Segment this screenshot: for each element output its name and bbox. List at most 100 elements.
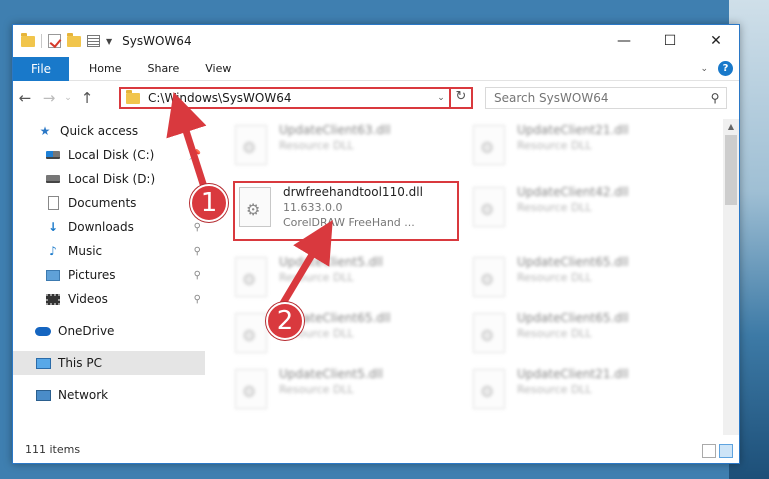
expand-ribbon-icon[interactable]: ⌄	[700, 64, 708, 74]
dll-file-icon	[235, 313, 267, 353]
list-item[interactable]: UpdateClient65.dll Resource DLL	[473, 311, 699, 361]
sidebar-item-downloads[interactable]: ↓ Downloads ⚲	[13, 215, 205, 239]
sidebar-item-videos[interactable]: Videos ⚲	[13, 287, 205, 311]
customize-toolbar-icon[interactable]: ▼	[106, 37, 112, 46]
search-icon[interactable]: ⚲	[704, 91, 726, 105]
pictures-icon	[45, 268, 61, 282]
window-title: SysWOW64	[122, 34, 192, 48]
search-input[interactable]	[486, 91, 704, 105]
music-icon: ♪	[49, 244, 57, 258]
file-type: Resource DLL	[279, 271, 354, 284]
sidebar-item-label: Music	[68, 244, 103, 258]
pin-icon: ⚲	[193, 293, 201, 305]
vertical-scrollbar[interactable]: ▲	[723, 119, 739, 435]
help-icon[interactable]: ?	[718, 61, 733, 76]
dll-file-icon	[235, 369, 267, 409]
drive-icon	[45, 148, 61, 162]
this-pc-icon	[35, 356, 51, 370]
file-name: UpdateClient21.dll	[517, 367, 629, 381]
tab-file[interactable]: File	[13, 56, 69, 81]
address-dropdown-icon[interactable]: ⌄	[433, 93, 449, 103]
search-box[interactable]: ⚲	[485, 87, 727, 109]
sidebar-item-local-disk-d[interactable]: Local Disk (D:)	[13, 167, 205, 191]
file-type: Resource DLL	[517, 383, 592, 396]
maximize-button[interactable]: ☐	[647, 25, 693, 57]
address-bar[interactable]: C:\Windows\SysWOW64 ⌄ ↻	[119, 87, 473, 109]
dll-file-icon	[235, 125, 267, 165]
list-item[interactable]: UpdateClient65.dll Resource DLL	[473, 255, 699, 305]
pin-icon: ⚲	[193, 221, 201, 233]
status-bar: 111 items	[13, 435, 739, 463]
list-item[interactable]: UpdateClient63.dll Resource DLL	[235, 123, 461, 173]
dll-file-icon	[473, 187, 505, 227]
list-item[interactable]: UpdateClient21.dll Resource DLL	[473, 123, 699, 173]
forward-arrow-icon[interactable]: →	[37, 89, 61, 107]
file-name: UpdateClient65.dll	[517, 311, 629, 325]
tab-home[interactable]: Home	[83, 62, 127, 75]
file-name: drwfreehandtool110.dll	[283, 185, 423, 199]
up-arrow-icon[interactable]: ↑	[75, 89, 99, 107]
list-item[interactable]: UpdateClient5.dll Resource DLL	[235, 367, 461, 417]
item-count: 111 items	[25, 442, 81, 456]
file-name: UpdateClient65.dll	[517, 255, 629, 269]
folder-icon	[21, 32, 35, 47]
sidebar-item-pictures[interactable]: Pictures ⚲	[13, 263, 205, 287]
file-name: UpdateClient5.dll	[279, 255, 383, 269]
callout-badge-2: 2	[266, 302, 304, 340]
address-folder-icon	[126, 89, 140, 104]
navigation-bar: ← → ⌄ ↑ C:\Windows\SysWOW64 ⌄ ↻ ⚲	[13, 81, 739, 115]
title-bar: ▼ SysWOW64 — ☐ ✕	[13, 25, 739, 57]
tab-view[interactable]: View	[199, 62, 237, 75]
sidebar-item-label: Documents	[68, 196, 137, 210]
sidebar-item-this-pc[interactable]: This PC	[13, 351, 205, 375]
sidebar-item-local-disk-c[interactable]: Local Disk (C:) 📌	[13, 143, 205, 167]
sidebar-item-network[interactable]: Network	[13, 383, 205, 407]
list-item[interactable]: UpdateClient42.dll Resource DLL	[473, 185, 699, 235]
list-item[interactable]: UpdateClient5.dll Resource DLL	[235, 255, 461, 305]
pin-icon: 📌	[188, 149, 201, 161]
large-icons-view-icon[interactable]	[719, 444, 733, 458]
sidebar-item-label: Local Disk (D:)	[68, 172, 156, 186]
sidebar-item-label: Downloads	[68, 220, 134, 234]
new-folder-icon[interactable]	[67, 32, 81, 47]
properties-check-icon[interactable]	[48, 34, 61, 48]
properties-icon[interactable]	[87, 35, 100, 47]
file-description: CorelDRAW FreeHand ...	[283, 216, 415, 229]
navigation-pane: ★ Quick access Local Disk (C:) 📌 Local D…	[13, 119, 205, 435]
callout-badge-1: 1	[190, 184, 228, 222]
file-name: UpdateClient5.dll	[279, 367, 383, 381]
recent-locations-chevron-icon[interactable]: ⌄	[61, 93, 75, 103]
scroll-up-icon[interactable]: ▲	[723, 119, 739, 135]
window-controls: — ☐ ✕	[601, 25, 739, 57]
sidebar-item-label: Pictures	[68, 268, 116, 282]
file-type: Resource DLL	[517, 271, 592, 284]
quick-access-toolbar: ▼	[21, 32, 112, 48]
view-toggle	[702, 444, 733, 458]
file-explorer-window: ▼ SysWOW64 — ☐ ✕ File Home Share View ⌄ …	[12, 24, 740, 464]
file-type: Resource DLL	[517, 201, 592, 214]
tab-share[interactable]: Share	[141, 62, 185, 75]
network-icon	[35, 388, 51, 402]
refresh-icon[interactable]: ↻	[449, 89, 471, 107]
onedrive-icon	[35, 324, 51, 338]
minimize-button[interactable]: —	[601, 25, 647, 57]
sidebar-item-music[interactable]: ♪ Music ⚲	[13, 239, 205, 263]
scrollbar-thumb[interactable]	[725, 135, 737, 205]
list-item[interactable]: UpdateClient21.dll Resource DLL	[473, 367, 699, 417]
back-arrow-icon[interactable]: ←	[13, 89, 37, 107]
ribbon-tabs: File Home Share View ⌄ ?	[13, 56, 739, 81]
details-view-icon[interactable]	[702, 444, 716, 458]
sidebar-item-quick-access[interactable]: ★ Quick access	[13, 119, 205, 143]
sidebar-item-documents[interactable]: Documents ⚲	[13, 191, 205, 215]
highlighted-file-item[interactable]: drwfreehandtool110.dll 11.633.0.0 CorelD…	[233, 181, 459, 241]
sidebar-item-label: Quick access	[60, 124, 139, 138]
toolbar-separator	[41, 34, 42, 48]
file-name: UpdateClient63.dll	[279, 123, 391, 137]
file-list: UpdateClient63.dll Resource DLL drwfreeha…	[217, 115, 723, 435]
address-path[interactable]: C:\Windows\SysWOW64	[148, 91, 433, 105]
close-button[interactable]: ✕	[693, 25, 739, 57]
sidebar-item-onedrive[interactable]: OneDrive	[13, 319, 205, 343]
dll-file-icon	[473, 257, 505, 297]
pin-icon: ⚲	[193, 269, 201, 281]
